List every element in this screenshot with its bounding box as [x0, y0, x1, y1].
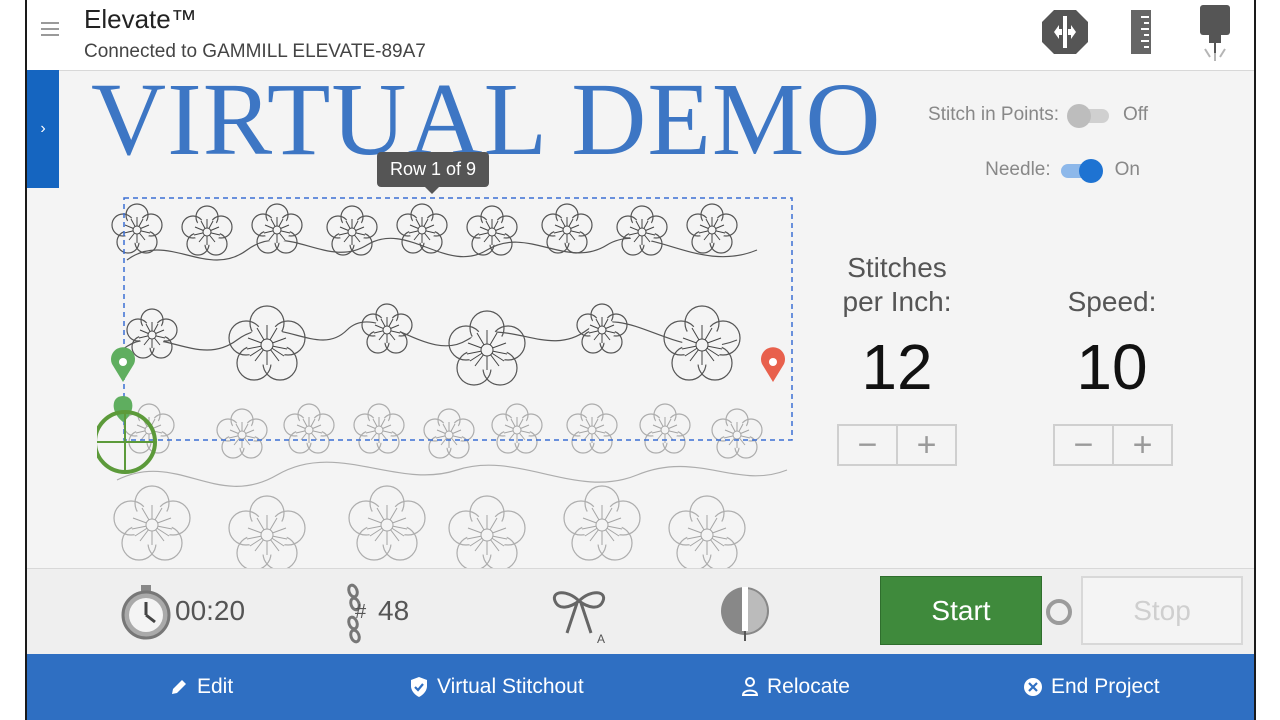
needle-cycle-icon[interactable]: [717, 583, 773, 648]
stitches-stepper: − +: [837, 424, 957, 466]
machine-head-icon[interactable]: [1197, 3, 1233, 68]
stop-button[interactable]: Stop: [1081, 576, 1243, 645]
bottom-navigation: Edit Virtual Stitchout Relocate End Proj…: [27, 654, 1254, 720]
close-circle-icon: [1024, 678, 1042, 696]
nav-edit[interactable]: Edit: [169, 654, 233, 720]
nav-end-project-label: End Project: [1051, 675, 1160, 698]
nav-edit-label: Edit: [197, 675, 234, 698]
stitches-label-line2: per Inch:: [842, 286, 952, 317]
svg-text:A: A: [597, 632, 605, 645]
stitch-in-points-state: Off: [1123, 104, 1148, 125]
stitches-per-inch-label: Stitches per Inch:: [817, 251, 977, 319]
tie-off-icon[interactable]: A: [549, 587, 611, 650]
person-icon: [741, 677, 759, 696]
nav-relocate[interactable]: Relocate: [741, 654, 850, 720]
speed-value: 10: [1076, 331, 1148, 403]
needle-crosshair-icon: [93, 410, 157, 474]
stitch-in-points-toggle[interactable]: Stitch in Points: Off: [928, 104, 1148, 128]
needle-position-icon[interactable]: [1040, 8, 1090, 61]
start-button[interactable]: Start: [880, 576, 1042, 645]
pencil-icon: [172, 680, 186, 694]
pattern-svg: [93, 197, 793, 571]
elapsed-timer: 00:20: [175, 595, 246, 626]
row-indicator-tooltip: Row 1 of 9: [377, 152, 490, 194]
shield-check-icon: [411, 677, 427, 697]
stitches-decrease-button[interactable]: −: [839, 426, 898, 464]
end-marker-icon: [761, 347, 785, 382]
nav-virtual-stitchout-label: Virtual Stitchout: [437, 675, 584, 698]
stitch-in-points-label: Stitch in Points:: [928, 104, 1059, 125]
nav-relocate-label: Relocate: [767, 675, 850, 698]
menu-icon[interactable]: [41, 22, 59, 36]
speed-increase-button[interactable]: +: [1114, 426, 1171, 464]
quilt-pattern-canvas[interactable]: [93, 190, 797, 575]
stitch-in-points-switch[interactable]: [1067, 104, 1111, 128]
ruler-icon[interactable]: [1129, 8, 1155, 61]
stitches-increase-button[interactable]: +: [898, 426, 955, 464]
needle-state: On: [1114, 159, 1140, 180]
stopwatch-icon: [119, 583, 173, 646]
nav-end-project[interactable]: End Project: [1023, 654, 1160, 720]
app-window: Elevate™ Connected to GAMMILL ELEVATE-89…: [25, 0, 1256, 720]
speed-decrease-button[interactable]: −: [1055, 426, 1114, 464]
needle-toggle[interactable]: Needle: On: [985, 159, 1140, 183]
stitches-label-line1: Stitches: [847, 252, 947, 283]
app-title: Elevate™: [84, 4, 197, 34]
stitch-count: 48: [378, 595, 410, 626]
stitches-per-inch-value: 12: [861, 331, 933, 403]
speed-label: Speed:: [1067, 286, 1157, 317]
machine-status-indicator: [1046, 599, 1072, 625]
stitch-count-symbol: #: [355, 601, 367, 623]
side-panel-toggle[interactable]: ›: [27, 70, 59, 188]
needle-switch[interactable]: [1059, 159, 1103, 183]
speed-stepper: − +: [1053, 424, 1173, 466]
needle-label: Needle:: [985, 159, 1051, 180]
nav-virtual-stitchout[interactable]: Virtual Stitchout: [409, 654, 584, 720]
